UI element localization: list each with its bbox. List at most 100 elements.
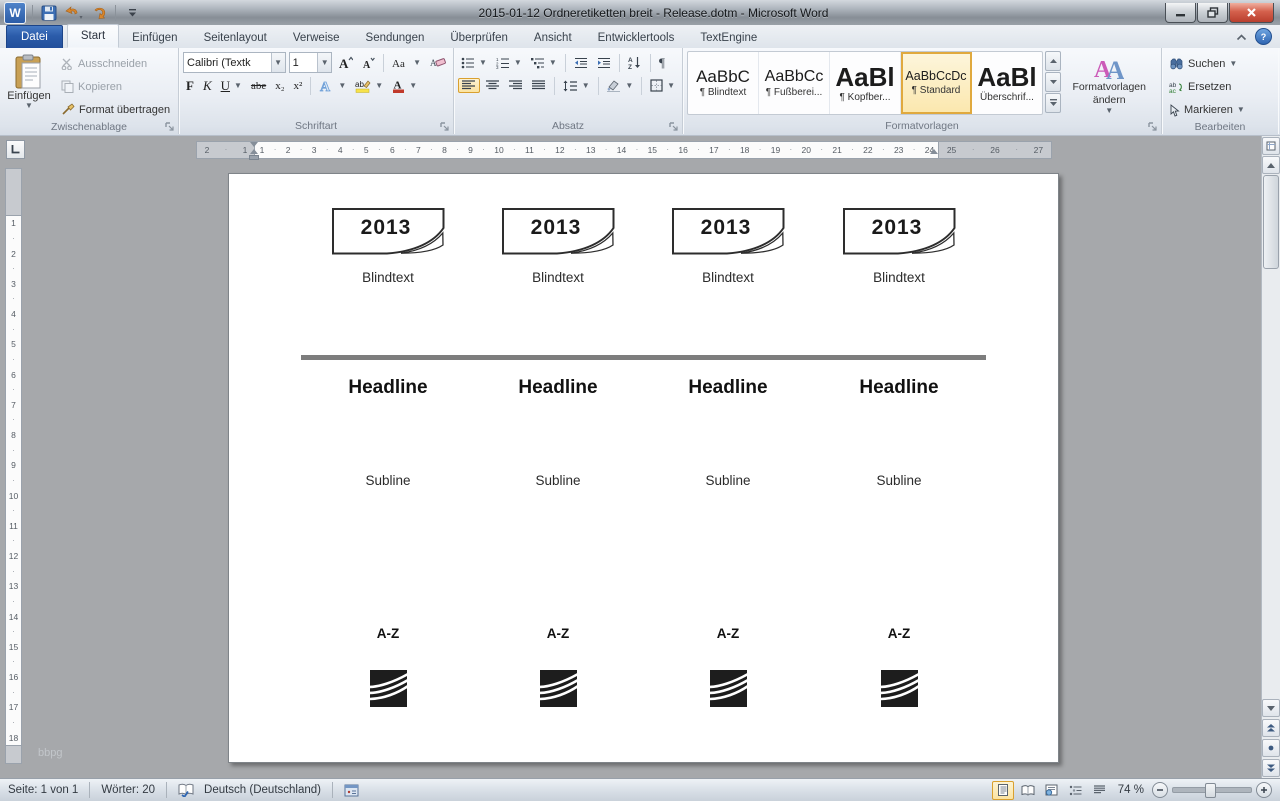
gallery-scroll-down-icon[interactable] <box>1045 72 1061 92</box>
increase-indent-button[interactable] <box>594 56 614 70</box>
gallery-more-icon[interactable] <box>1045 93 1061 113</box>
word-count[interactable]: Wörter: 20 <box>96 784 160 796</box>
zoom-slider-thumb[interactable] <box>1205 783 1216 798</box>
view-print-layout-button[interactable] <box>992 781 1014 800</box>
italic-button[interactable]: K <box>200 77 215 95</box>
document-page[interactable]: 2013 Blindtext Headline Subline A-Z 2013… <box>228 173 1059 763</box>
text-effects-button[interactable]: A▼ <box>316 78 349 94</box>
zoom-in-button[interactable] <box>1256 782 1272 798</box>
numbered-list-button[interactable]: 123▼ <box>493 56 525 70</box>
style-fussbereich[interactable]: AaBbCc ¶ Fußberei... <box>759 52 830 114</box>
tab-ueberpruefen[interactable]: Überprüfen <box>437 27 521 48</box>
font-color-button[interactable]: A▼ <box>389 78 420 94</box>
bold-button[interactable]: F <box>183 77 197 95</box>
borders-button[interactable]: ▼ <box>647 78 678 93</box>
copy-button[interactable]: Kopieren <box>58 76 173 97</box>
multilevel-list-button[interactable]: ▼ <box>528 56 560 70</box>
grow-font-button[interactable]: A <box>335 55 356 71</box>
sort-button[interactable]: AZ <box>625 55 645 70</box>
align-left-button[interactable] <box>458 78 480 93</box>
style-kopfbereich[interactable]: AaBl ¶ Kopfber... <box>830 52 901 114</box>
zoom-out-button[interactable] <box>1152 782 1168 798</box>
line-spacing-button[interactable]: ▼ <box>560 79 593 93</box>
view-draft-button[interactable] <box>1090 782 1110 799</box>
font-name-select[interactable]: Calibri (Textk ▼ <box>183 52 286 73</box>
underline-button[interactable]: U▼ <box>218 77 245 95</box>
tab-sendungen[interactable]: Sendungen <box>353 27 438 48</box>
toggle-ruler-button[interactable] <box>1262 137 1280 155</box>
justify-button[interactable] <box>529 79 549 92</box>
align-center-button[interactable] <box>483 79 503 92</box>
cut-button[interactable]: Ausschneiden <box>58 53 173 74</box>
next-page-icon[interactable] <box>1262 759 1280 777</box>
tab-entwicklertools[interactable]: Entwicklertools <box>585 27 688 48</box>
show-paragraph-marks-button[interactable]: ¶ <box>656 55 672 70</box>
help-icon[interactable]: ? <box>1255 28 1272 45</box>
macro-recording[interactable] <box>339 784 364 797</box>
ruler-vertical[interactable]: 1·2·3·4·5·6·7·8·9·10·11·12·13·14·15·16·1… <box>5 215 22 747</box>
proofing-status[interactable] <box>173 783 199 797</box>
tab-ansicht[interactable]: Ansicht <box>521 27 585 48</box>
save-icon[interactable] <box>39 3 59 23</box>
style-blindtext[interactable]: AaBbC ¶ Blindtext <box>688 52 759 114</box>
scroll-up-icon[interactable] <box>1262 156 1280 174</box>
tab-start[interactable]: Start <box>67 24 119 48</box>
shading-button[interactable]: ▼ <box>603 78 636 93</box>
ruler-right-margin[interactable]: 25·26·27 <box>938 141 1052 159</box>
dialog-launcher-icon[interactable] <box>164 121 175 132</box>
dialog-launcher-icon[interactable] <box>668 121 679 132</box>
clear-formatting-button[interactable]: A <box>427 55 449 70</box>
hanging-indent-marker[interactable] <box>250 149 258 154</box>
word-app-icon[interactable]: W <box>4 2 26 24</box>
left-indent-marker[interactable] <box>249 155 259 160</box>
tab-stop-selector[interactable] <box>6 140 25 159</box>
minimize-icon[interactable] <box>1165 3 1196 23</box>
tab-seitenlayout[interactable]: Seitenlayout <box>191 27 280 48</box>
bullet-list-button[interactable]: ▼ <box>458 56 490 70</box>
chevron-down-icon[interactable]: ▼ <box>317 53 331 72</box>
undo-icon[interactable] <box>64 3 84 23</box>
find-button[interactable]: Suchen▼ <box>1166 54 1274 74</box>
paste-button[interactable]: Einfügen ▼ <box>4 51 54 118</box>
ruler-main[interactable]: 1·2·3·4·5·6·7·8·9·10·11·12·13·14·15·16·1… <box>254 141 940 159</box>
ruler-left-margin[interactable]: 2·1 <box>196 141 256 159</box>
replace-button[interactable]: abac Ersetzen <box>1166 77 1274 97</box>
dialog-launcher-icon[interactable] <box>1147 121 1158 132</box>
tab-einfuegen[interactable]: Einfügen <box>119 27 190 48</box>
close-icon[interactable] <box>1229 3 1274 23</box>
style-ueberschrift[interactable]: AaBl Überschrif... <box>972 52 1042 114</box>
zoom-slider[interactable] <box>1172 787 1252 793</box>
chevron-down-icon[interactable]: ▼ <box>271 53 285 72</box>
view-web-layout-button[interactable] <box>1042 782 1062 799</box>
change-case-button[interactable]: Aa▼ <box>389 55 424 70</box>
qat-customize-icon[interactable] <box>122 3 142 23</box>
vertical-scrollbar[interactable] <box>1261 136 1280 778</box>
style-standard[interactable]: AaBbCcDc ¶ Standard <box>901 52 972 114</box>
right-indent-marker[interactable] <box>930 149 938 154</box>
first-line-indent-marker[interactable] <box>250 142 258 147</box>
zoom-level[interactable]: 74 % <box>1114 784 1148 796</box>
dialog-launcher-icon[interactable] <box>439 121 450 132</box>
tab-datei[interactable]: Datei <box>6 25 63 48</box>
language-status[interactable]: Deutsch (Deutschland) <box>199 784 326 796</box>
scroll-down-icon[interactable] <box>1262 699 1280 717</box>
restore-icon[interactable] <box>1197 3 1228 23</box>
select-button[interactable]: Markieren▼ <box>1166 100 1274 120</box>
scrollbar-thumb[interactable] <box>1263 175 1279 269</box>
tab-verweise[interactable]: Verweise <box>280 27 353 48</box>
shrink-font-button[interactable]: A <box>359 55 378 71</box>
page-count[interactable]: Seite: 1 von 1 <box>0 784 83 796</box>
tab-textengine[interactable]: TextEngine <box>687 27 770 48</box>
decrease-indent-button[interactable] <box>571 56 591 70</box>
change-styles-button[interactable]: A A Formatvorlagen ändern ▼ <box>1061 51 1157 115</box>
view-fullscreen-reading-button[interactable] <box>1018 782 1038 799</box>
minimize-ribbon-icon[interactable] <box>1236 28 1247 46</box>
font-size-select[interactable]: 1 ▼ <box>289 52 333 73</box>
gallery-scroll-up-icon[interactable] <box>1045 51 1061 71</box>
strikethrough-button[interactable]: abe <box>248 79 269 93</box>
select-browse-object-icon[interactable] <box>1262 739 1280 757</box>
redo-icon[interactable] <box>89 3 109 23</box>
highlight-color-button[interactable]: ab▼ <box>352 78 386 94</box>
subscript-button[interactable]: x₂ <box>272 79 287 93</box>
superscript-button[interactable]: x² <box>291 79 306 93</box>
